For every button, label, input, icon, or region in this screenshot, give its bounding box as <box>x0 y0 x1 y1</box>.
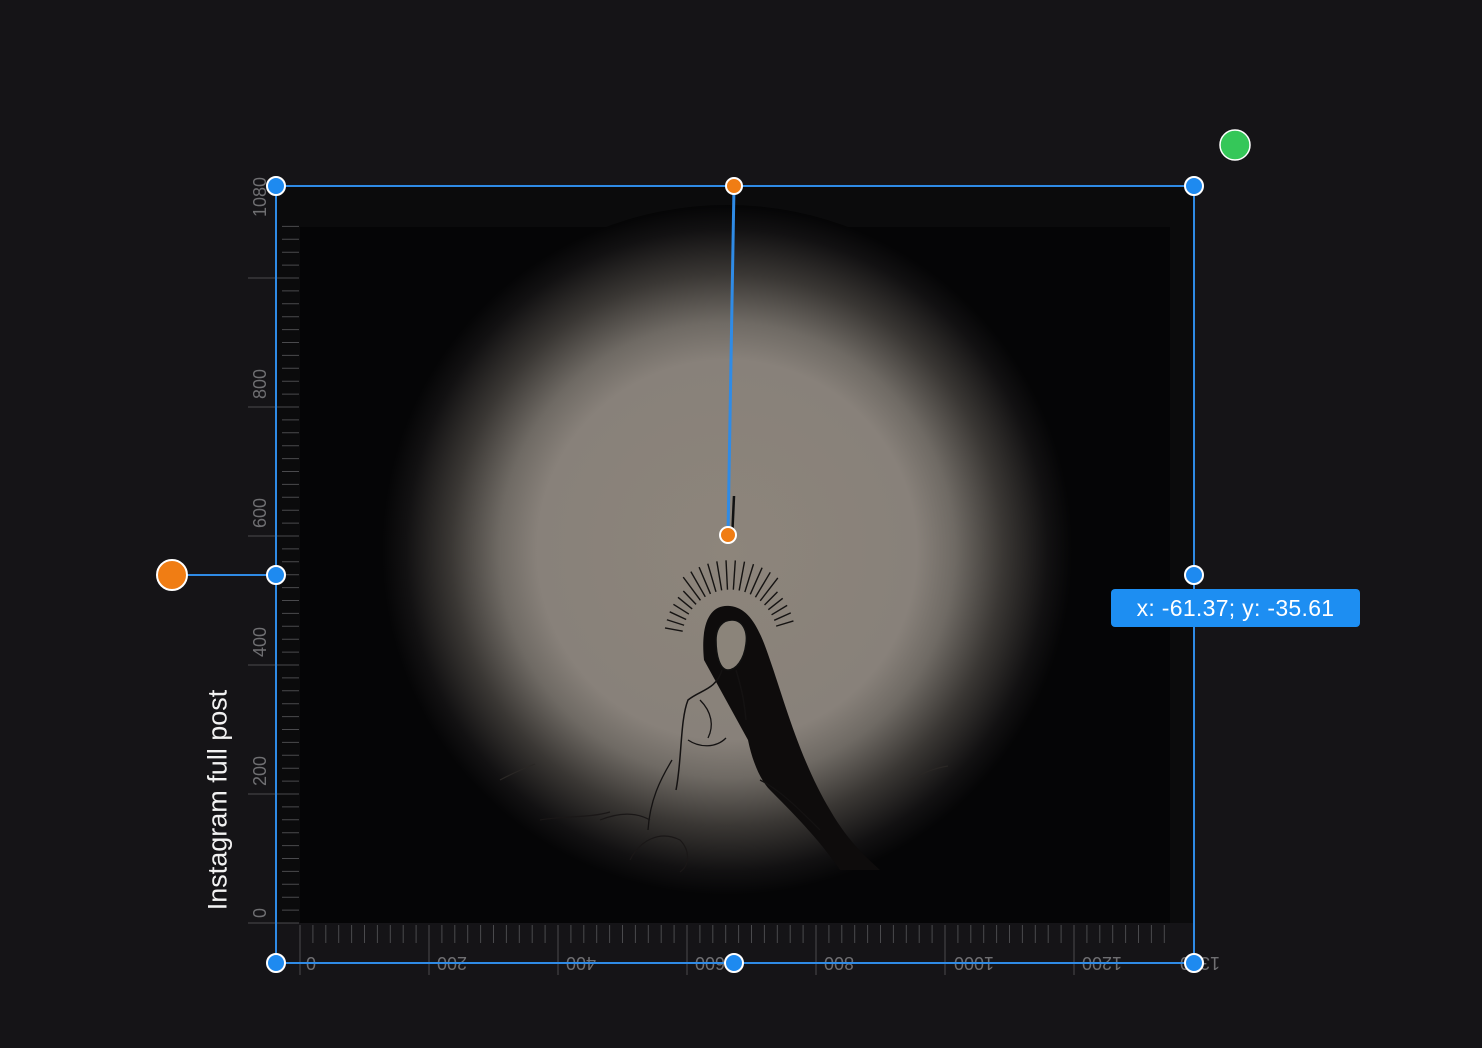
resize-handle-top-right[interactable] <box>1184 176 1204 196</box>
resize-handle-bottom-left[interactable] <box>266 953 286 973</box>
radial-gradient-glow <box>382 205 1072 895</box>
resize-handle-bottom-center[interactable] <box>724 953 744 973</box>
resize-handle-bottom-right[interactable] <box>1184 953 1204 973</box>
gradient-handle-top[interactable] <box>725 177 743 195</box>
resize-handle-top-left[interactable] <box>266 176 286 196</box>
resize-handle-middle-left[interactable] <box>266 565 286 585</box>
vruler-label-600: 600 <box>250 498 270 528</box>
vruler-label-400: 400 <box>250 627 270 657</box>
vruler-label-800: 800 <box>250 369 270 399</box>
vruler-label-0: 0 <box>250 908 270 918</box>
rotate-handle[interactable] <box>1219 129 1251 161</box>
coordinate-readout: x: -61.37; y: -35.61 <box>1111 589 1360 627</box>
artboard-label[interactable]: Instagram full post <box>203 690 234 911</box>
vruler-label-200: 200 <box>250 756 270 786</box>
gradient-center-handle[interactable] <box>719 526 737 544</box>
resize-handle-middle-right[interactable] <box>1184 565 1204 585</box>
gradient-handle-left[interactable] <box>156 559 188 591</box>
